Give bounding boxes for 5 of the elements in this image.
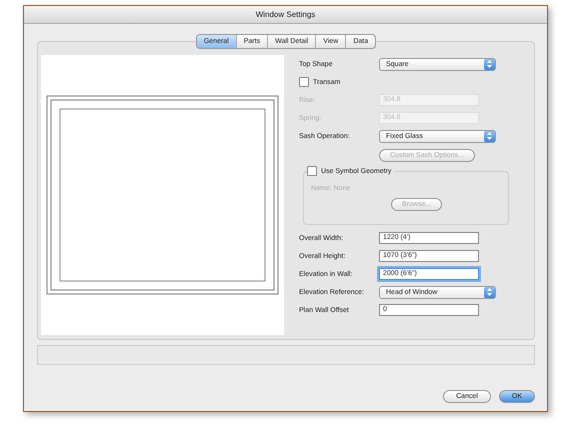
stepper-arrows-icon [484,58,495,70]
window-title: Window Settings [256,10,316,19]
stepper-arrows-icon [484,130,495,142]
stepper-arrows-icon [484,286,495,298]
checkbox[interactable] [299,77,309,87]
